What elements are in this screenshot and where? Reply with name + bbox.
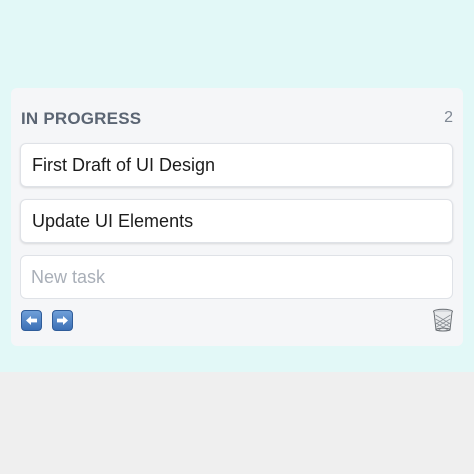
task-card-text: First Draft of UI Design bbox=[32, 154, 216, 175]
new-task-input[interactable] bbox=[20, 255, 453, 299]
column-task-count: 2 bbox=[444, 109, 453, 126]
move-left-button[interactable] bbox=[21, 310, 42, 331]
column-title: IN PROGRESS bbox=[21, 109, 142, 128]
task-card[interactable]: Update UI Elements bbox=[20, 199, 453, 243]
left-arrow-icon bbox=[26, 316, 37, 325]
task-card[interactable]: First Draft of UI Design bbox=[20, 143, 453, 187]
kanban-column-in-progress: IN PROGRESS 2 First Draft of UI Design U… bbox=[11, 88, 463, 346]
task-card-text: Update UI Elements bbox=[32, 210, 194, 231]
trash-icon bbox=[433, 308, 453, 332]
right-arrow-icon bbox=[57, 316, 68, 325]
move-right-button[interactable] bbox=[52, 310, 73, 331]
delete-button[interactable] bbox=[432, 308, 454, 332]
